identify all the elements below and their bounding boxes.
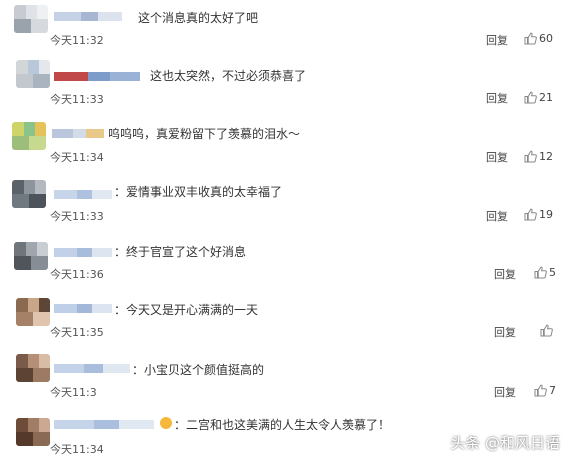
comment-text: 这也太突然，不过必须恭喜了 (150, 69, 307, 83)
thumbs-up-icon (534, 266, 547, 279)
comment-item: ：小宝贝这个颜值挺高的 今天11:3 回复 7 (0, 348, 570, 406)
username-blurred[interactable] (54, 248, 112, 257)
like-button[interactable]: 12 (524, 150, 564, 164)
username-blurred[interactable] (54, 304, 112, 313)
thumbs-up-icon (524, 91, 537, 104)
comment-item: 这个消息真的太好了吧 今天11:32 回复 60 (0, 0, 570, 58)
comment-text: ：小宝贝这个颜值挺高的 (132, 363, 265, 377)
reply-button[interactable]: 回复 (486, 208, 508, 224)
reply-button[interactable]: 回复 (494, 324, 516, 340)
avatar[interactable] (16, 298, 50, 326)
like-count: 7 (549, 384, 556, 397)
username-blurred[interactable] (54, 72, 140, 81)
avatar[interactable] (14, 5, 48, 33)
comment-list: 这个消息真的太好了吧 今天11:32 回复 60 这也太突然，不过必须恭喜了 今… (0, 0, 570, 462)
thumbs-up-icon (534, 384, 547, 397)
emoji-icon (160, 417, 172, 429)
thumbs-up-icon (524, 32, 537, 45)
comment-time: 今天11:3 (50, 386, 97, 399)
comment-text: ：终于官宣了这个好消息 (114, 245, 247, 259)
reply-button[interactable]: 回复 (486, 32, 508, 48)
comment-text: 呜呜呜，真爱粉留下了羡慕的泪水～ (108, 127, 301, 141)
comment-time: 今天11:32 (50, 34, 104, 47)
comment-text: 这个消息真的太好了吧 (138, 11, 259, 25)
reply-button[interactable]: 回复 (494, 266, 516, 282)
reply-button[interactable]: 回复 (494, 384, 516, 400)
like-button[interactable]: 5 (534, 266, 564, 280)
like-count: 21 (539, 91, 553, 104)
comment-text: ：今天又是开心满满的一天 (114, 303, 259, 317)
avatar[interactable] (12, 180, 46, 208)
like-button[interactable]: 19 (524, 208, 564, 222)
like-button[interactable]: 21 (524, 91, 564, 105)
comment-item: ：终于官宣了这个好消息 今天11:36 回复 5 (0, 232, 570, 290)
comment-time: 今天11:36 (50, 268, 104, 281)
like-button[interactable]: 7 (534, 384, 564, 398)
thumbs-up-icon (524, 150, 537, 163)
avatar[interactable] (14, 242, 48, 270)
username-blurred[interactable] (52, 129, 104, 138)
comment-time: 今天11:35 (50, 326, 104, 339)
avatar[interactable] (16, 418, 50, 446)
reply-button[interactable]: 回复 (486, 90, 508, 106)
thumbs-up-icon (524, 208, 537, 221)
comment-text: ：二宫和也这美满的人生太令人羡慕了！ (174, 418, 391, 432)
comment-time: 今天11:33 (50, 210, 104, 223)
reply-button[interactable]: 回复 (486, 149, 508, 165)
username-blurred[interactable] (54, 12, 122, 21)
username-blurred[interactable] (54, 364, 130, 373)
thumbs-up-icon (540, 324, 553, 337)
like-count: 19 (539, 208, 553, 221)
comment-time: 今天11:34 (50, 443, 104, 456)
comment-item: 呜呜呜，真爱粉留下了羡慕的泪水～ 今天11:34 回复 12 (0, 116, 570, 174)
comment-text: ：爱情事业双丰收真的太幸福了 (114, 185, 283, 199)
watermark: 头条 @和风日语 (450, 434, 560, 452)
username-blurred[interactable] (54, 190, 112, 199)
comment-item: ：今天又是开心满满的一天 今天11:35 回复 (0, 290, 570, 348)
like-button[interactable] (540, 324, 564, 338)
avatar[interactable] (16, 60, 50, 88)
avatar[interactable] (16, 354, 50, 382)
like-count: 5 (549, 266, 556, 279)
like-count: 60 (539, 32, 553, 45)
avatar[interactable] (12, 122, 46, 150)
comment-item: 这也太突然，不过必须恭喜了 今天11:33 回复 21 (0, 58, 570, 116)
comment-time: 今天11:34 (50, 151, 104, 164)
comment-item: ：爱情事业双丰收真的太幸福了 今天11:33 回复 19 (0, 174, 570, 232)
like-count: 12 (539, 150, 553, 163)
comment-time: 今天11:33 (50, 93, 104, 106)
like-button[interactable]: 60 (524, 32, 564, 46)
username-blurred[interactable] (54, 420, 154, 429)
